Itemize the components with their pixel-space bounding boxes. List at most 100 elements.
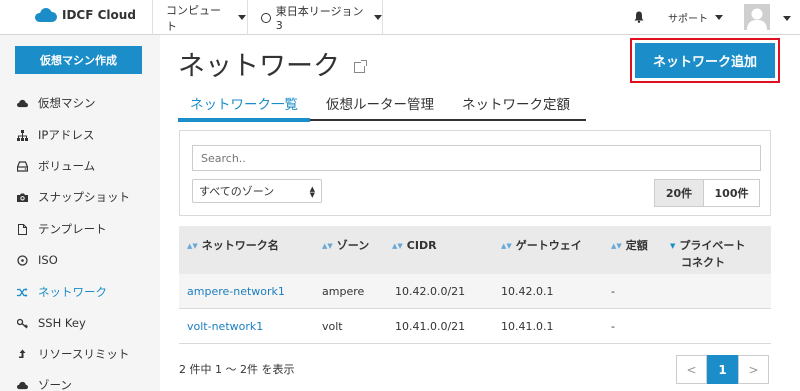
add-network-button[interactable]: ネットワーク追加 [635, 43, 775, 78]
column-header-label: ゲートウェイ [515, 239, 582, 252]
sidebar-item-label: リソースリミット [38, 347, 130, 361]
column-header-label: 定額 [625, 239, 648, 252]
support-label: サポート [668, 14, 708, 25]
sidebar: 仮想マシン作成 仮想マシン IPアドレス ボリューム スナップショット テンプレ… [0, 35, 160, 391]
column-header-zone[interactable]: ▲▼ ゾーン [322, 238, 369, 255]
cloud-icon [17, 381, 28, 389]
avatar[interactable] [744, 4, 770, 30]
active-tab-indicator [178, 118, 310, 122]
column-header-private-connect[interactable]: ▼ プライベート コネクト [670, 238, 745, 270]
sort-icon: ▲▼ [392, 242, 403, 250]
tab-virtual-router[interactable]: 仮想ルーター管理 [326, 93, 434, 113]
avatar-chevron-down-icon[interactable] [783, 16, 791, 21]
sidebar-item-network[interactable]: ネットワーク [17, 282, 107, 302]
flat-cell: - [611, 320, 615, 333]
column-header-label: ゾーン [336, 239, 370, 252]
tab-network-list[interactable]: ネットワーク一覧 [190, 93, 298, 113]
sidebar-item-label: スナップショット [38, 190, 130, 204]
column-header-label: コネクト [681, 256, 725, 269]
sidebar-item-template[interactable]: テンプレート [17, 219, 107, 239]
create-vm-button[interactable]: 仮想マシン作成 [15, 46, 142, 74]
file-icon [18, 223, 27, 235]
flat-cell: - [611, 285, 615, 298]
camera-icon [17, 193, 28, 202]
logo[interactable]: IDCF Cloud [35, 8, 136, 22]
sidebar-item-ssh-key[interactable]: SSH Key [17, 313, 86, 333]
sidebar-item-zone[interactable]: ゾーン [17, 375, 72, 391]
sort-icon: ▲▼ [187, 242, 198, 250]
compute-menu[interactable]: コンピュート [152, 0, 246, 35]
logo-text: IDCF Cloud [62, 8, 136, 22]
key-icon [17, 318, 28, 328]
cloud-icon [17, 99, 28, 107]
column-header-flat[interactable]: ▲▼ 定額 [611, 238, 648, 255]
cidr-cell: 10.41.0.0/21 [395, 320, 466, 333]
table-header: ▲▼ ネットワーク名 ▲▼ ゾーン ▲▼ CIDR ▲▼ ゲートウェイ ▲▼ 定額 ▼ プラ… [179, 226, 771, 274]
pagination-prev-button[interactable]: < [676, 355, 707, 384]
sidebar-item-iso[interactable]: ISO [17, 250, 58, 270]
zone-select[interactable]: すべてのゾーン ▲ ▼ [192, 179, 322, 203]
sidebar-item-resource-limit[interactable]: リソースリミット [17, 344, 129, 364]
gateway-cell: 10.42.0.1 [501, 285, 554, 298]
disc-icon [17, 254, 28, 266]
tab-bar: ネットワーク一覧 仮想ルーター管理 ネットワーク定額 [178, 87, 586, 122]
hdd-icon [17, 160, 28, 172]
globe-icon [261, 12, 271, 23]
table-row: volt-network1 volt 10.41.0.0/21 10.41.0.… [179, 309, 771, 344]
zone-cell: ampere [322, 285, 365, 298]
pagination-page-1[interactable]: 1 [707, 355, 738, 384]
network-tree-icon [17, 129, 28, 141]
filter-panel: すべてのゾーン ▲▼ 20件 100件 [179, 130, 771, 216]
result-count: 2 件中 1 ～ 2件 を表示 [179, 363, 295, 376]
region-label: 東日本リージョン3 [275, 5, 364, 32]
cidr-cell: 10.42.0.0/21 [395, 285, 466, 298]
sidebar-item-label: ネットワーク [38, 285, 107, 299]
shuffle-icon [17, 287, 28, 297]
sidebar-item-vm[interactable]: 仮想マシン [17, 93, 96, 113]
sort-icon: ▲▼ [322, 242, 333, 250]
zone-select-value: すべてのゾーン [199, 185, 275, 198]
zone-cell: volt [322, 320, 343, 333]
tab-network-flat[interactable]: ネットワーク定額 [462, 93, 570, 113]
sidebar-item-label: ボリューム [38, 159, 96, 173]
add-network-highlight: ネットワーク追加 [630, 38, 780, 83]
column-header-label: プライベート [679, 239, 746, 252]
network-name-link[interactable]: volt-network1 [187, 320, 263, 333]
sort-icon: ▲▼ [501, 242, 512, 250]
compute-label: コンピュート [166, 3, 221, 33]
sidebar-item-label: 仮想マシン [38, 96, 96, 110]
page-title: ネットワーク [178, 51, 340, 82]
sidebar-item-label: ISO [38, 253, 58, 267]
column-header-gateway[interactable]: ▲▼ ゲートウェイ [501, 238, 582, 255]
sidebar-item-label: IPアドレス [38, 128, 95, 142]
sidebar-item-ip[interactable]: IPアドレス [17, 125, 94, 145]
column-header-name[interactable]: ▲▼ ネットワーク名 [187, 238, 279, 255]
sidebar-item-label: ゾーン [38, 378, 72, 391]
chevron-down-icon [715, 15, 723, 20]
external-link-icon[interactable] [354, 60, 367, 73]
network-name-link[interactable]: ampere-network1 [187, 285, 285, 298]
support-menu[interactable]: サポート [668, 10, 723, 25]
sidebar-item-label: SSH Key [38, 316, 86, 330]
user-silhouette-icon [747, 8, 767, 30]
column-header-label: ネットワーク名 [201, 239, 279, 252]
sort-icon: ▲▼ [611, 242, 622, 250]
bell-icon[interactable] [634, 11, 644, 23]
gateway-cell: 10.41.0.1 [501, 320, 554, 333]
pagination-next-button[interactable]: > [738, 355, 769, 384]
page-size-20-button[interactable]: 20件 [654, 179, 704, 207]
column-header-cidr[interactable]: ▲▼ CIDR [392, 238, 437, 255]
region-menu[interactable]: 東日本リージョン3 [247, 0, 383, 35]
search-input[interactable] [192, 145, 761, 171]
sidebar-item-snapshot[interactable]: スナップショット [17, 187, 130, 207]
pagination: < 1 > [676, 355, 769, 384]
upload-icon [19, 349, 26, 358]
top-bar: IDCF Cloud コンピュート 東日本リージョン3 サポート [0, 0, 800, 35]
chevron-down-icon [374, 15, 382, 20]
sidebar-item-volume[interactable]: ボリューム [17, 156, 95, 176]
page-size-100-button[interactable]: 100件 [703, 179, 760, 207]
column-header-label: CIDR [406, 239, 437, 252]
select-arrows-icon: ▲ ▼ [309, 185, 315, 199]
sidebar-item-label: テンプレート [38, 222, 107, 236]
sort-desc-icon: ▼ [670, 242, 676, 250]
